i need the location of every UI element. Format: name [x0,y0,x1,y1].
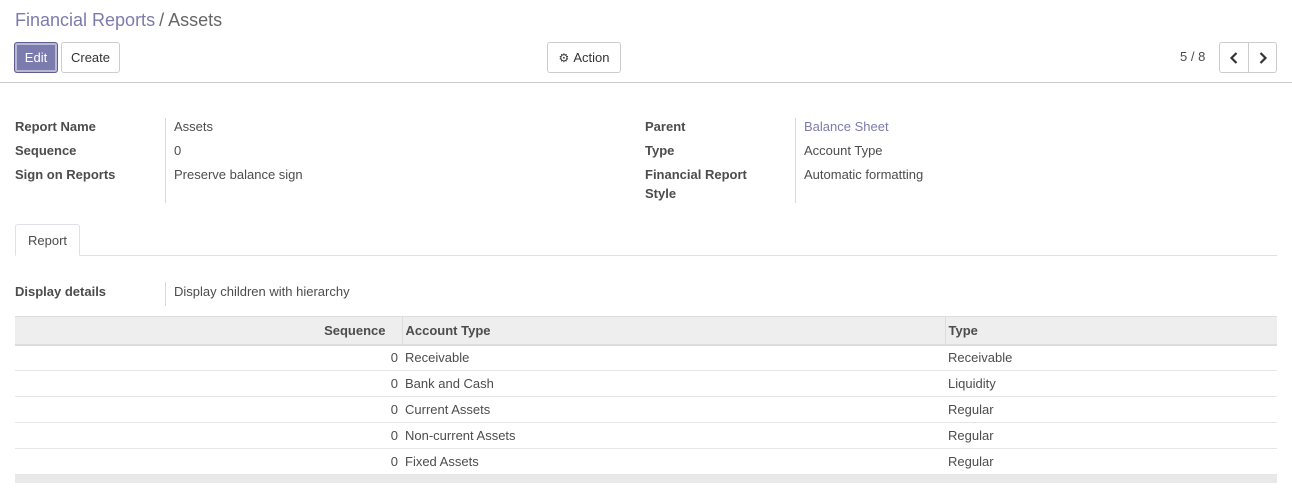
edit-button[interactable]: Edit [14,42,58,73]
cell-account-type: Non-current Assets [405,428,516,443]
breadcrumb-link-financial-reports[interactable]: Financial Reports [15,10,155,30]
cell-type: Regular [948,428,994,443]
financial-report-style-label: Financial Report Style [645,165,747,203]
table-footer [15,475,1277,483]
type-value: Account Type [804,143,883,158]
pager-value[interactable]: 5 / 8 [1180,49,1205,64]
table-row[interactable]: 0 Bank and Cash Liquidity [15,371,1277,397]
financial-report-style-label-line1: Financial Report [645,167,747,182]
tab-report[interactable]: Report [15,224,80,256]
cell-sequence: 0 [390,454,398,469]
financial-report-style-value: Automatic formatting [804,167,924,182]
breadcrumb: Financial Reports / Assets [15,9,222,31]
account-types-table: Sequence Account Type Type 0 Receivable … [15,316,1277,475]
action-button[interactable]: ⚙ Action [547,42,621,73]
report-name-value: Assets [174,119,214,134]
cell-sequence: 0 [390,402,398,417]
cell-type: Regular [948,454,994,469]
financial-report-style-label-line2: Style [645,186,677,201]
cell-sequence: 0 [390,376,398,391]
sequence-label: Sequence [15,143,77,158]
sign-on-reports-label: Sign on Reports [15,167,116,182]
create-button[interactable]: Create [61,42,120,73]
display-details-label: Display details [15,284,107,299]
breadcrumb-current: Assets [168,10,223,30]
parent-link[interactable]: Balance Sheet [804,117,889,136]
cell-account-type: Bank and Cash [405,376,494,391]
pager-next-button[interactable] [1248,42,1277,73]
table-row[interactable]: 0 Non-current Assets Regular [15,423,1277,449]
sequence-value: 0 [174,143,182,158]
cell-type: Liquidity [948,376,996,391]
cell-sequence: 0 [390,350,398,366]
table-row[interactable]: 0 Current Assets Regular [15,397,1277,423]
field-divider [165,118,166,203]
chevron-left-icon [1229,51,1238,64]
column-header-sequence[interactable]: Sequence [15,316,402,346]
cell-account-type: Receivable [405,350,470,366]
report-name-label: Report Name [15,119,96,134]
display-details-value: Display children with hierarchy [174,284,350,299]
column-header-type[interactable]: Type [944,316,1277,346]
table-header-row: Sequence Account Type Type [15,316,1277,346]
field-divider [165,282,166,306]
field-divider [795,118,796,203]
gear-icon: ⚙ [558,50,570,65]
cell-account-type: Fixed Assets [405,454,479,469]
column-header-account-type[interactable]: Account Type [401,316,945,346]
parent-label: Parent [645,119,686,134]
type-label: Type [645,143,675,158]
sign-on-reports-value: Preserve balance sign [174,167,303,182]
breadcrumb-separator: / [159,10,165,30]
notebook-tabs: Report [15,224,1277,256]
control-panel: Financial Reports / Assets Edit Create ⚙ A… [0,0,1292,83]
chevron-right-icon [1259,51,1267,64]
cell-type: Regular [948,402,994,417]
action-button-label: Action [573,50,610,65]
cell-type: Receivable [948,350,1013,366]
cell-sequence: 0 [390,428,398,443]
cell-account-type: Current Assets [405,402,491,417]
table-row[interactable]: 0 Fixed Assets Regular [15,449,1277,475]
pager-previous-button[interactable] [1219,42,1249,73]
table-row[interactable]: 0 Receivable Receivable [15,345,1277,371]
